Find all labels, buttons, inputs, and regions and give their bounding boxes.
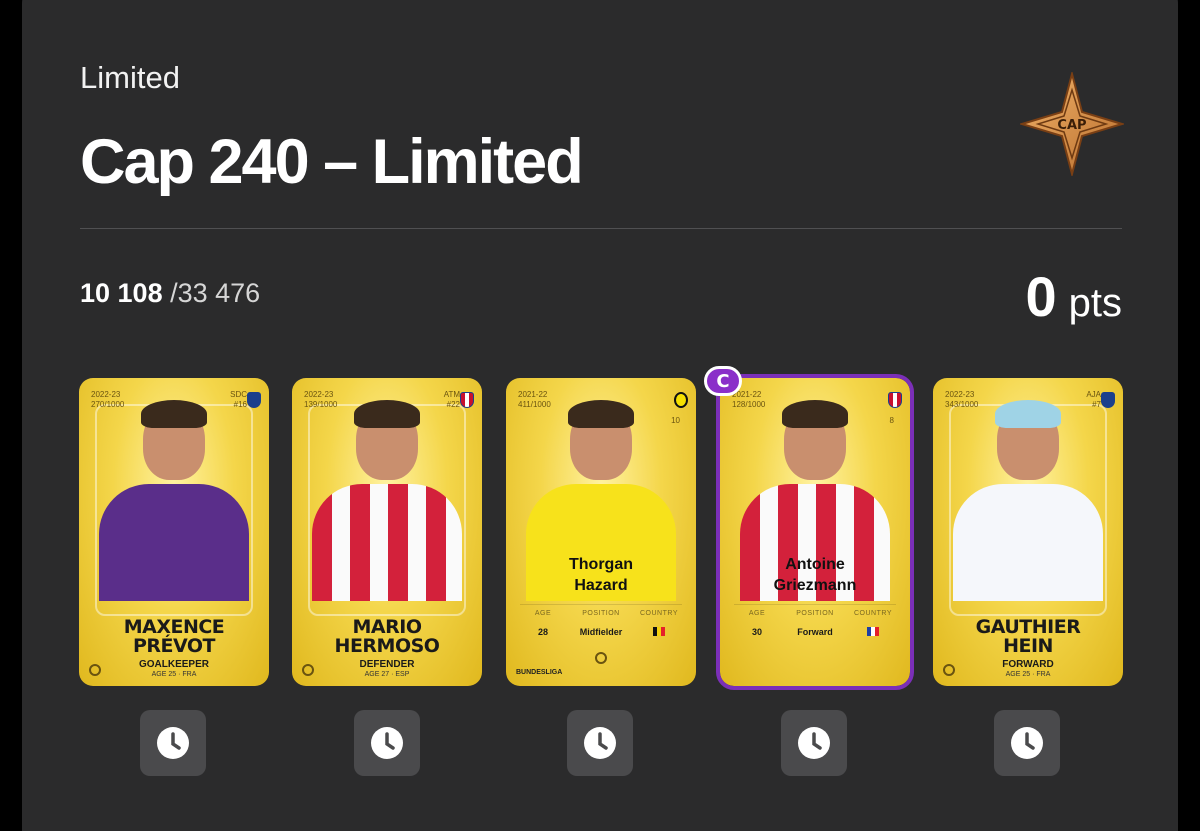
clock-icon	[798, 727, 830, 759]
player-position: Forward	[797, 627, 833, 637]
player-position: FORWARD	[1002, 659, 1054, 670]
club-crest-icon	[674, 392, 688, 408]
score-unit: pts	[1068, 281, 1122, 325]
ball-icon	[302, 664, 314, 676]
stat-divider	[520, 604, 682, 605]
player-stats: AGE 28 POSITION Midfielder COUNTRY	[514, 610, 688, 638]
player-age-country: AGE 25 · FRA	[1005, 671, 1051, 678]
ranking-position: 10 108	[80, 278, 163, 308]
card-number: 8	[889, 416, 894, 425]
league-label: Limited	[80, 60, 180, 95]
timer-button-3[interactable]	[567, 710, 633, 776]
cap-badge-icon: CAP	[1020, 72, 1124, 176]
france-flag-icon	[867, 627, 879, 636]
player-position: Midfielder	[579, 627, 623, 637]
score: 0 pts	[1025, 264, 1122, 329]
club-crest-icon	[888, 392, 902, 408]
player-name: MAXENCE PRÉVOT	[123, 616, 225, 657]
player-age: 30	[751, 627, 762, 637]
league-logo: BUNDESLIGA	[516, 669, 563, 676]
player-age-country: AGE 27 · ESP	[364, 671, 410, 678]
stat-divider	[734, 604, 896, 605]
club-crest-icon	[460, 392, 474, 408]
captain-badge: C	[704, 366, 742, 396]
player-name: MARIO HERMOSO	[334, 616, 440, 657]
player-age-country: AGE 25 · FRA	[151, 671, 197, 678]
lineup-cards: 2022-23 270/1000 SDC #16 MAXENCE PRÉVOT GOA…	[79, 374, 1123, 690]
player-photo	[99, 396, 249, 601]
ball-icon	[943, 664, 955, 676]
player-age: 28	[537, 627, 548, 637]
clock-icon	[371, 727, 403, 759]
score-value: 0	[1025, 265, 1057, 328]
player-card-hermoso[interactable]: 2022-23 139/1000 ATM #22 MARIO HERMOSO DEFE…	[292, 378, 482, 686]
player-card-prevot[interactable]: 2022-23 270/1000 SDC #16 MAXENCE PRÉVOT GOA…	[79, 378, 269, 686]
player-name: Antoine Griezmann	[773, 556, 857, 594]
clock-icon	[1011, 727, 1043, 759]
timer-button-2[interactable]	[354, 710, 420, 776]
player-card-hazard[interactable]: 2021-22 411/1000 10 Thorgan Hazard AGE 28 P…	[506, 378, 696, 686]
player-card-hein[interactable]: 2022-23 343/1000 AJA #7 GAUTHIER HEIN FORWA…	[933, 378, 1123, 686]
ranking: 10 108 /33 476	[80, 278, 260, 309]
belgium-flag-icon	[653, 627, 665, 636]
timer-button-1[interactable]	[140, 710, 206, 776]
clock-icon	[157, 727, 189, 759]
timer-button-4[interactable]	[781, 710, 847, 776]
player-photo	[312, 396, 462, 601]
timer-button-5[interactable]	[994, 710, 1060, 776]
divider	[80, 228, 1122, 229]
clock-icon	[584, 727, 616, 759]
cap-badge-text: CAP	[1057, 118, 1086, 133]
player-position: DEFENDER	[359, 659, 415, 670]
ball-icon	[89, 664, 101, 676]
player-position: GOALKEEPER	[138, 659, 209, 670]
club-crest-icon	[247, 392, 261, 408]
ranking-total: /33 476	[170, 278, 261, 308]
player-name: GAUTHIER HEIN	[975, 616, 1081, 657]
competition-title: Cap 240 – Limited	[80, 127, 584, 197]
ball-icon	[595, 652, 607, 664]
player-photo	[953, 396, 1103, 601]
player-card-griezmann[interactable]: 2021-22 128/1000 8 Antoine Griezmann AGE 30…	[716, 374, 914, 690]
player-name: Thorgan Hazard	[569, 556, 633, 594]
club-crest-icon	[1101, 392, 1115, 408]
player-stats: AGE 30 POSITION Forward COUNTRY	[728, 610, 902, 638]
